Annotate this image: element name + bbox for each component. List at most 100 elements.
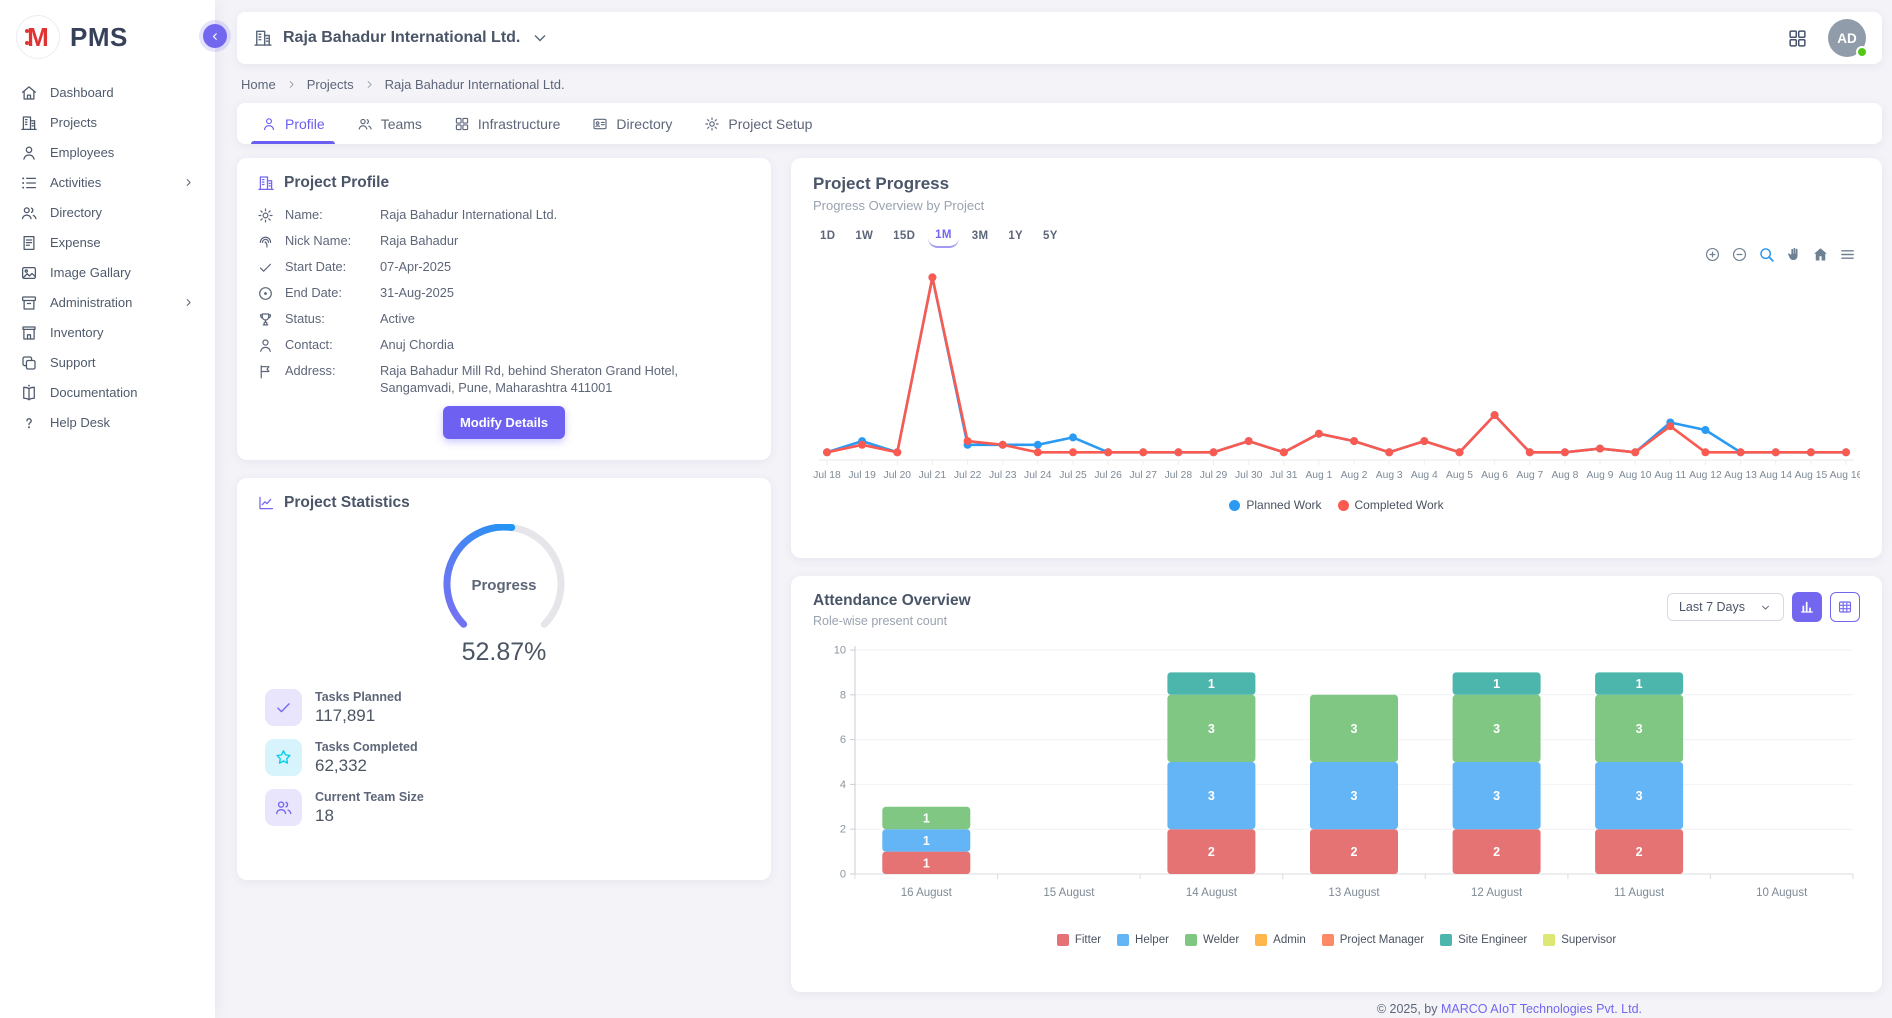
svg-text:3: 3 [1636,789,1643,803]
sidebar-item-label: Employees [50,145,114,160]
company-selector[interactable]: Raja Bahadur International Ltd. [253,28,550,48]
sidebar-item-employees[interactable]: Employees [14,140,201,165]
attendance-overview-card: Attendance Overview Role-wise present co… [791,576,1882,992]
svg-text:Jul 20: Jul 20 [884,470,912,481]
stat-current-team-size: Current Team Size18 [265,789,751,826]
avatar[interactable]: AD [1828,19,1866,57]
content-grid: Project Profile Name:Raja Bahadur Intern… [237,158,1882,992]
apps-grid-icon[interactable] [1787,28,1808,49]
range-1d-button[interactable]: 1D [813,226,842,248]
field-value: Raja Bahadur [380,233,458,250]
app-logo[interactable]: M PMS [0,0,215,72]
range-1m-button[interactable]: 1M [928,226,959,248]
sidebar-item-help-desk[interactable]: Help Desk [14,410,201,435]
check-icon [265,689,302,726]
bar-view-button[interactable] [1792,592,1822,622]
project-statistics-title: Project Statistics [257,494,751,512]
days-filter-select[interactable]: Last 7 Days [1667,593,1784,621]
tab-infrastructure[interactable]: Infrastructure [438,103,576,144]
svg-text:Aug 10: Aug 10 [1619,470,1652,481]
attendance-title: Attendance Overview [813,592,971,610]
svg-text:Aug 6: Aug 6 [1481,470,1508,481]
legend-admin[interactable]: Admin [1255,934,1306,946]
breadcrumb-item-projects[interactable]: Projects [307,77,354,92]
attendance-subtitle: Role-wise present count [813,614,971,628]
range-15d-button[interactable]: 15D [886,226,922,248]
range-1y-button[interactable]: 1Y [1001,226,1030,248]
logo-m-icon: M [16,15,60,59]
svg-text:Aug 14: Aug 14 [1759,470,1792,481]
building-icon [20,114,38,132]
sidebar-item-administration[interactable]: Administration [14,290,201,315]
svg-text:Progress: Progress [471,577,536,594]
sidebar-item-inventory[interactable]: Inventory [14,320,201,345]
profile-fields: Name:Raja Bahadur International Ltd.Nick… [257,207,751,397]
tab-directory[interactable]: Directory [576,103,688,144]
svg-text:Jul 31: Jul 31 [1270,470,1298,481]
legend-project-manager[interactable]: Project Manager [1322,934,1424,946]
table-view-button[interactable] [1830,592,1860,622]
svg-text:2: 2 [1636,845,1643,859]
tab-teams[interactable]: Teams [341,103,438,144]
user-icon [257,337,274,354]
stat-value: 117,891 [315,706,402,726]
chevron-down-icon [530,28,550,48]
svg-text:Jul 24: Jul 24 [1024,470,1052,481]
legend-helper[interactable]: Helper [1117,934,1169,946]
svg-text:15 August: 15 August [1043,887,1095,899]
project-progress-chart[interactable]: Jul 18Jul 19Jul 20Jul 21Jul 22Jul 23Jul … [813,256,1860,496]
sidebar-item-documentation[interactable]: Documentation [14,380,201,405]
trophy-icon [257,311,274,328]
store-icon [20,324,38,342]
svg-text:Aug 9: Aug 9 [1587,470,1614,481]
svg-text:2: 2 [1208,845,1215,859]
sidebar-item-support[interactable]: Support [14,350,201,375]
range-3m-button[interactable]: 3M [965,226,996,248]
svg-text:2: 2 [1351,845,1358,859]
legend-welder[interactable]: Welder [1185,934,1239,946]
tab-project-setup[interactable]: Project Setup [688,103,828,144]
svg-text:4: 4 [840,779,846,791]
top-header: Raja Bahadur International Ltd. AD [237,12,1882,64]
zoom-out-icon[interactable] [1731,246,1748,263]
pan-icon[interactable] [1785,246,1802,263]
sidebar-item-label: Help Desk [50,415,110,430]
breadcrumb: Home Projects Raja Bahadur International L… [241,77,1882,92]
selection-zoom-icon[interactable] [1758,246,1775,263]
sidebar-item-dashboard[interactable]: Dashboard [14,80,201,105]
sidebar-item-directory[interactable]: Directory [14,200,201,225]
range-5y-button[interactable]: 5Y [1036,226,1065,248]
breadcrumb-item-home[interactable]: Home [241,77,276,92]
legend-completed-work[interactable]: Completed Work [1338,498,1444,512]
svg-text:Jul 18: Jul 18 [813,470,841,481]
svg-text:Jul 27: Jul 27 [1129,470,1157,481]
sidebar-item-projects[interactable]: Projects [14,110,201,135]
breadcrumb-item-raja-bahadur-international-ltd[interactable]: Raja Bahadur International Ltd. [385,77,565,92]
legend-fitter[interactable]: Fitter [1057,934,1101,946]
sidebar-item-expense[interactable]: Expense [14,230,201,255]
legend-supervisor[interactable]: Supervisor [1543,934,1616,946]
legend-site-engineer[interactable]: Site Engineer [1440,934,1527,946]
svg-text:10 August: 10 August [1756,887,1808,899]
sidebar-item-image-gallary[interactable]: Image Gallary [14,260,201,285]
svg-text:Aug 13: Aug 13 [1724,470,1757,481]
tab-profile[interactable]: Profile [245,103,341,144]
check-icon [257,259,274,276]
zoom-in-icon[interactable] [1704,246,1721,263]
svg-text:Aug 7: Aug 7 [1516,470,1543,481]
legend-planned-work[interactable]: Planned Work [1229,498,1321,512]
sidebar-item-label: Administration [50,295,132,310]
modify-details-button[interactable]: Modify Details [443,406,565,439]
attendance-chart[interactable]: 024681011116 August15 August233114 Augus… [813,640,1860,932]
reset-icon[interactable] [1812,246,1829,263]
users-icon [265,789,302,826]
company-link[interactable]: MARCO AIoT Technologies Pvt. Ltd. [1441,1002,1642,1016]
profile-field-address: Address:Raja Bahadur Mill Rd, behind She… [257,363,751,397]
sidebar-item-activities[interactable]: Activities [14,170,201,195]
sidebar-collapse-button[interactable] [203,24,227,48]
project-progress-subtitle: Progress Overview by Project [813,198,1860,213]
menu-icon[interactable] [1839,246,1856,263]
online-status-dot [1856,46,1868,58]
building-icon [257,174,275,192]
range-1w-button[interactable]: 1W [848,226,880,248]
